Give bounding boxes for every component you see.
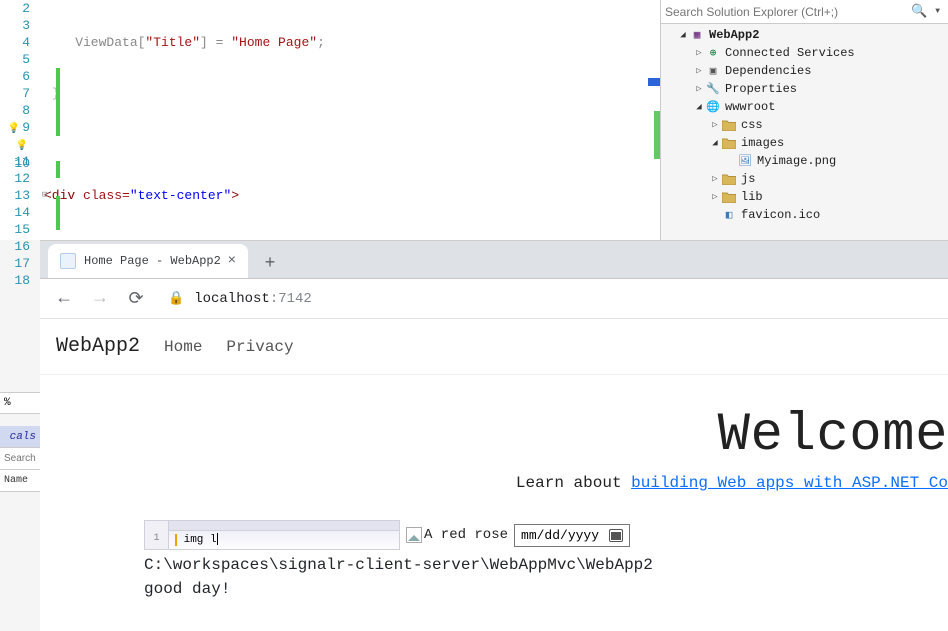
tab-bar: Home Page - WebApp2 × + [40, 241, 948, 279]
left-panel-fragment: % cals Name [0, 392, 40, 492]
project-icon: ▦ [689, 27, 705, 43]
line-gutter: 2 3 4 5 6 7 8 💡9 💡10 11 12 13 14 15 16 1… [0, 0, 38, 240]
date-input[interactable]: mm/dd/yyyy [514, 524, 630, 547]
folder-icon [721, 189, 737, 205]
tree-css[interactable]: ▷ css [661, 116, 948, 134]
embedded-mini-editor[interactable]: 1 img l [144, 520, 400, 550]
chevron-down-icon[interactable]: ◢ [677, 30, 689, 40]
reload-button[interactable]: ⟳ [124, 288, 148, 310]
chevron-down-icon[interactable]: ◢ [709, 138, 721, 148]
address-bar: ← → ⟳ 🔒 localhost:7142 [40, 279, 948, 319]
search-icon[interactable]: 🔍 [907, 4, 931, 19]
chevron-right-icon[interactable]: ▷ [693, 84, 705, 94]
forward-button: → [88, 289, 112, 309]
blue-edge-marker [648, 78, 660, 86]
favicon-icon: ◧ [721, 207, 737, 223]
tree-connected-services[interactable]: ▷ ⊕ Connected Services [661, 44, 948, 62]
nav-home[interactable]: Home [164, 338, 202, 356]
locals-column-name[interactable]: Name [0, 470, 40, 492]
broken-image: A red rose [406, 527, 508, 543]
chevron-right-icon[interactable]: ▷ [709, 192, 721, 202]
tab-title: Home Page - WebApp2 [84, 254, 221, 268]
change-marker [56, 161, 60, 178]
tree-lib[interactable]: ▷ lib [661, 188, 948, 206]
locals-search[interactable] [0, 448, 40, 470]
tree-js[interactable]: ▷ js [661, 170, 948, 188]
broken-image-icon [406, 527, 422, 543]
image-icon: 🖼 [737, 153, 753, 169]
chevron-right-icon[interactable]: ▷ [709, 120, 721, 130]
nav-privacy[interactable]: Privacy [226, 338, 293, 356]
tree-properties[interactable]: ▷ 🔧 Properties [661, 80, 948, 98]
code-body[interactable]: ViewData["Title"] = "Home Page"; } ⊟<div… [38, 0, 660, 240]
connected-icon: ⊕ [705, 45, 721, 61]
change-marker [56, 68, 60, 136]
page-heading: Welcome [40, 405, 948, 466]
locals-header[interactable]: cals [0, 426, 40, 448]
url-input[interactable]: 🔒 localhost:7142 [160, 291, 936, 307]
tree-favicon[interactable]: ◧ favicon.ico [661, 206, 948, 224]
solution-search-input[interactable] [665, 5, 907, 19]
file-content-text: good day! [144, 580, 948, 598]
tree-dependencies[interactable]: ▷ ▣ Dependencies [661, 62, 948, 80]
wrench-icon: 🔧 [705, 81, 721, 97]
learn-text: Learn about building Web apps with ASP.N… [40, 474, 948, 492]
tree-wwwroot[interactable]: ◢ 🌐 wwwroot [661, 98, 948, 116]
tree-images[interactable]: ◢ images [661, 134, 948, 152]
folder-icon [721, 171, 737, 187]
browser-window: Home Page - WebApp2 × + ← → ⟳ 🔒 localhos… [40, 240, 948, 631]
zoom-percent: % [0, 392, 40, 414]
site-nav: WebApp2 Home Privacy [40, 319, 948, 375]
globe-icon: 🌐 [705, 99, 721, 115]
locals-search-input[interactable] [4, 453, 36, 464]
browser-tab[interactable]: Home Page - WebApp2 × [48, 244, 248, 278]
tree-project[interactable]: ◢ ▦ WebApp2 [661, 26, 948, 44]
chevron-down-icon[interactable]: ◢ [693, 102, 705, 112]
dependencies-icon: ▣ [705, 63, 721, 79]
learn-link[interactable]: building Web apps with ASP.NET Co [631, 474, 948, 492]
favicon-icon [60, 253, 76, 269]
new-tab-button[interactable]: + [256, 250, 284, 278]
collapse-icon[interactable]: ⊟ [42, 187, 47, 204]
solution-search-box[interactable]: 🔍 ▼ [661, 0, 948, 24]
chevron-right-icon[interactable]: ▷ [693, 66, 705, 76]
close-tab-icon[interactable]: × [228, 253, 236, 269]
code-editor[interactable]: 2 3 4 5 6 7 8 💡9 💡10 11 12 13 14 15 16 1… [0, 0, 660, 240]
folder-icon [721, 135, 737, 151]
solution-explorer: 🔍 ▼ ◢ ▦ WebApp2 ▷ ⊕ Connected Services ▷… [660, 0, 948, 240]
site-brand[interactable]: WebApp2 [56, 335, 140, 358]
solution-tree[interactable]: ◢ ▦ WebApp2 ▷ ⊕ Connected Services ▷ ▣ D… [661, 24, 948, 226]
change-marker [56, 196, 60, 230]
folder-icon [721, 117, 737, 133]
page-content: Welcome Learn about building Web apps wi… [40, 375, 948, 598]
tree-myimage[interactable]: 🖼 Myimage.png [661, 152, 948, 170]
lock-icon[interactable]: 🔒 [168, 291, 184, 306]
chevron-right-icon[interactable]: ▷ [693, 48, 705, 58]
calendar-icon[interactable] [609, 529, 623, 542]
current-directory-text: C:\workspaces\signalr-client-server\WebA… [144, 556, 948, 574]
chevron-right-icon[interactable]: ▷ [709, 174, 721, 184]
back-button[interactable]: ← [52, 289, 76, 309]
dropdown-icon[interactable]: ▼ [931, 7, 944, 16]
